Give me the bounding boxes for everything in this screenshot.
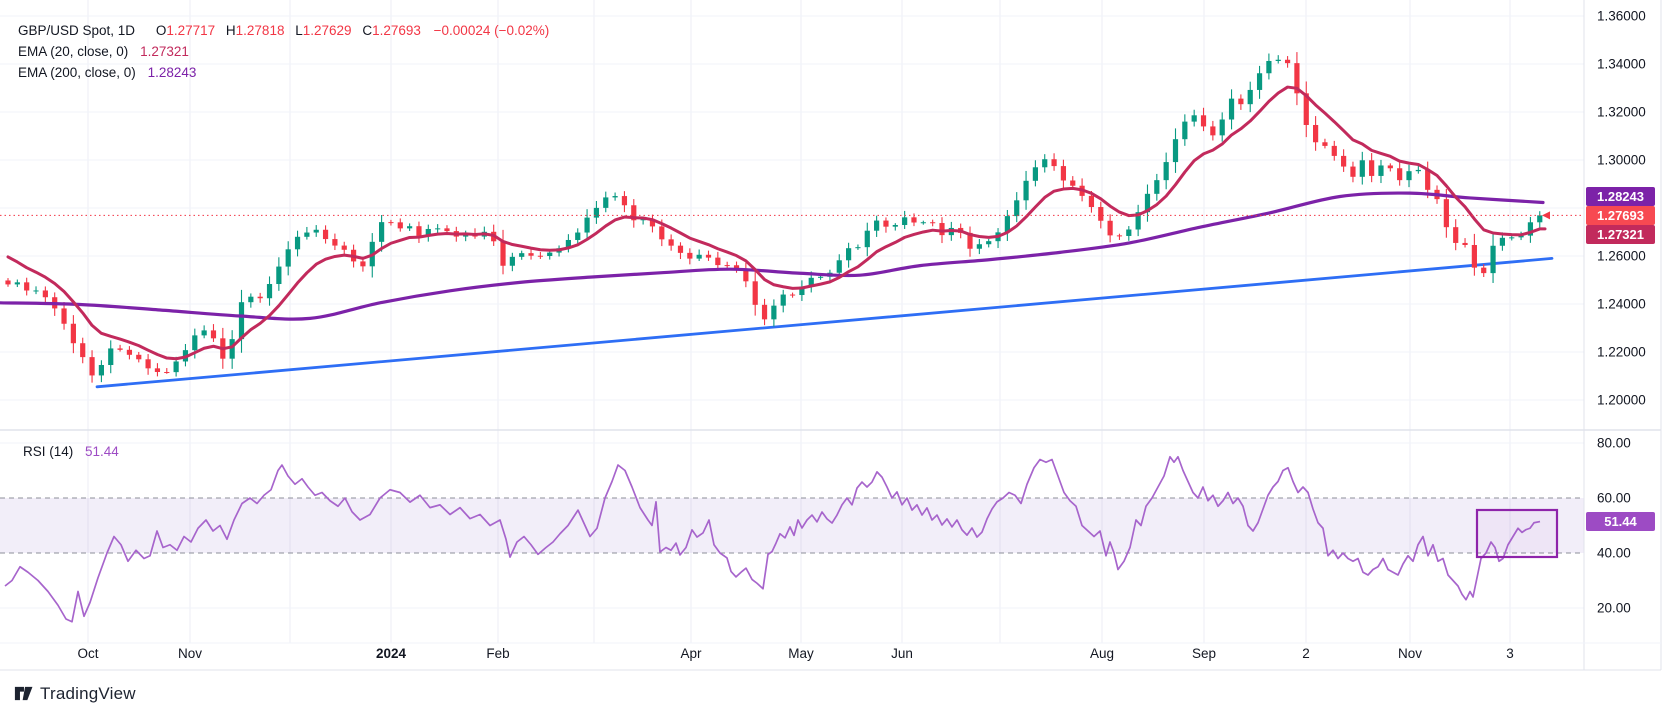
axis-tick-label: 40.00 bbox=[1597, 545, 1631, 561]
chart-canvas[interactable] bbox=[0, 0, 1675, 718]
time-tick-label: Feb bbox=[486, 646, 510, 661]
price-badge: 51.44 bbox=[1586, 512, 1655, 531]
time-tick-label: Nov bbox=[177, 646, 203, 661]
symbol-legend-row[interactable]: GBP/USD Spot, 1D O1.27717 H1.27818 L1.27… bbox=[18, 20, 549, 41]
axis-tick-label: 1.24000 bbox=[1597, 296, 1646, 312]
rsi-label: RSI (14) bbox=[23, 444, 74, 459]
rsi-rectangle-drawing[interactable] bbox=[1475, 508, 1559, 559]
price-badge: 1.28243 bbox=[1586, 187, 1655, 206]
open-key: O bbox=[155, 23, 167, 38]
ema20-value: 1.27321 bbox=[140, 44, 189, 59]
tradingview-brand-text: TradingView bbox=[40, 683, 136, 703]
ema20-label: EMA (20, close, 0) bbox=[18, 44, 129, 59]
ema200-value: 1.28243 bbox=[147, 65, 197, 80]
change-value: −0.00024 (−0.02%) bbox=[433, 23, 550, 38]
price-badge: 1.27693 bbox=[1586, 206, 1655, 225]
ema200-label: EMA (200, close, 0) bbox=[18, 65, 136, 80]
close-value: 1.27693 bbox=[372, 23, 421, 38]
axis-tick-label: 1.36000 bbox=[1597, 8, 1646, 24]
time-tick-label: Aug bbox=[1089, 646, 1115, 661]
time-tick-label: 3 bbox=[1506, 646, 1514, 661]
time-tick-label: Nov bbox=[1397, 646, 1423, 661]
time-tick-label: Sep bbox=[1191, 646, 1217, 661]
rsi-legend-row[interactable]: RSI (14) 51.44 bbox=[23, 444, 119, 460]
rsi-band bbox=[0, 498, 1584, 553]
symbol-title: GBP/USD Spot, 1D bbox=[18, 23, 136, 38]
tradingview-icon bbox=[14, 686, 33, 701]
axis-tick-label: 20.00 bbox=[1597, 600, 1631, 616]
low-value: 1.27629 bbox=[302, 23, 352, 38]
axis-tick-label: 60.00 bbox=[1597, 490, 1631, 506]
time-tick-label: Apr bbox=[680, 646, 702, 661]
ema20-legend-row[interactable]: EMA (20, close, 0) 1.27321 bbox=[18, 41, 549, 62]
open-value: 1.27717 bbox=[166, 23, 216, 38]
axis-tick-label: 80.00 bbox=[1597, 435, 1631, 451]
ema200-legend-row[interactable]: EMA (200, close, 0) 1.28243 bbox=[18, 62, 549, 83]
last-price-marker bbox=[1542, 211, 1550, 220]
close-key: C bbox=[362, 23, 373, 38]
time-tick-label: Jun bbox=[891, 646, 913, 661]
tradingview-chart-widget: GBP/USD Spot, 1D O1.27717 H1.27818 L1.27… bbox=[0, 0, 1675, 718]
axis-tick-label: 1.26000 bbox=[1597, 248, 1646, 264]
axis-tick-label: 1.32000 bbox=[1597, 104, 1646, 120]
time-tick-label: 2 bbox=[1302, 646, 1310, 661]
rsi-value: 51.44 bbox=[85, 444, 119, 459]
tradingview-logo-link[interactable]: TradingView bbox=[13, 683, 136, 704]
axis-tick-label: 1.22000 bbox=[1597, 344, 1646, 360]
axis-tick-label: 1.20000 bbox=[1597, 392, 1646, 408]
price-badge: 1.27321 bbox=[1586, 225, 1655, 244]
indicator-legend: GBP/USD Spot, 1D O1.27717 H1.27818 L1.27… bbox=[18, 20, 549, 83]
trendline-drawing[interactable] bbox=[95, 256, 1554, 389]
low-key: L bbox=[295, 23, 303, 38]
axis-tick-label: 1.30000 bbox=[1597, 152, 1646, 168]
axis-tick-label: 1.34000 bbox=[1597, 56, 1646, 72]
high-key: H bbox=[225, 23, 236, 38]
high-value: 1.27818 bbox=[235, 23, 285, 38]
time-tick-label: May bbox=[788, 646, 814, 661]
time-tick-label: 2024 bbox=[375, 646, 407, 661]
time-tick-label: Oct bbox=[77, 646, 99, 661]
